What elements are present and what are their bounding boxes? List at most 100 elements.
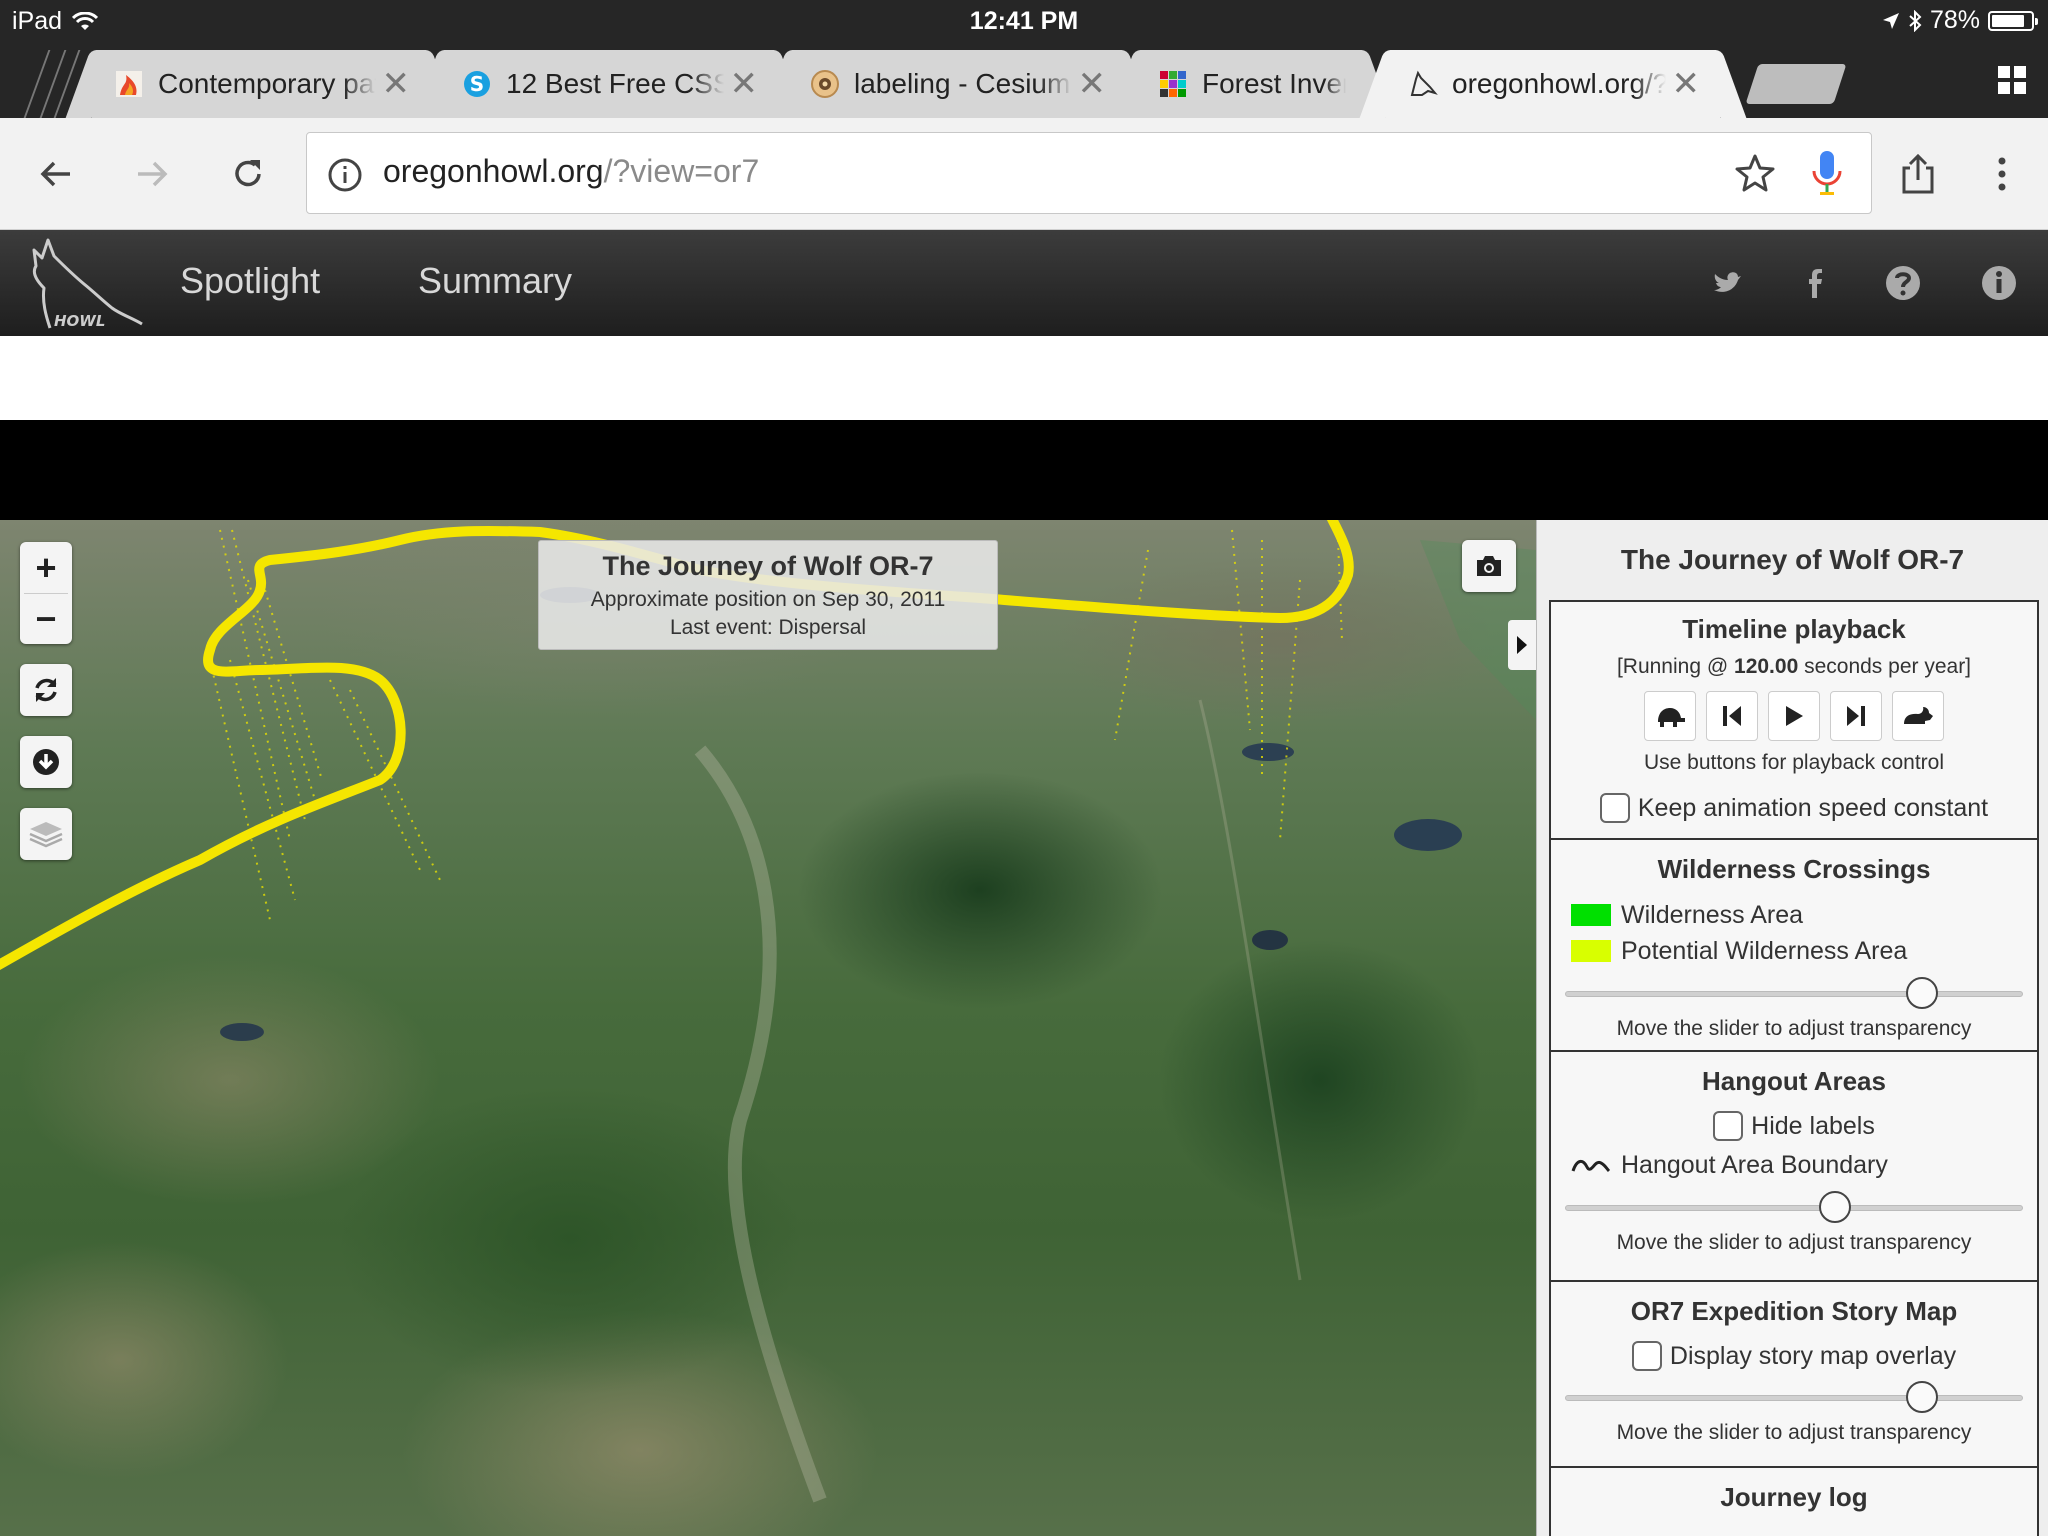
browser-toolbar: oregonhowl.org/?view=or7 — [0, 118, 2048, 230]
map-position-text: Approximate position on Sep 30, 2011 — [590, 588, 946, 611]
legend-potential-wilderness-area: Potential Wilderness Area — [1551, 933, 2037, 969]
info-circle-icon[interactable] — [327, 157, 363, 193]
zoom-in-button[interactable]: + — [20, 542, 72, 593]
turtle-icon — [1658, 708, 1685, 727]
info-icon[interactable] — [1980, 264, 2018, 302]
screenshot-button[interactable] — [1462, 540, 1516, 592]
share-icon — [1902, 154, 1934, 194]
running-suffix: seconds per year] — [1804, 655, 1972, 678]
running-speed-text: [Running @ 120.00 seconds per year] — [1551, 655, 2037, 679]
browser-tab[interactable]: Contemporary pat ✕ — [92, 50, 430, 118]
story-map-overlay-row[interactable]: Display story map overlay — [1551, 1341, 2037, 1371]
transparency-hint: Move the slider to adjust transparency — [1616, 1231, 1972, 1254]
legend-hangout-boundary: Hangout Area Boundary — [1551, 1147, 2037, 1183]
nav-summary-link[interactable]: Summary — [418, 260, 572, 302]
map-info-box: The Journey of Wolf OR-7 Approximate pos… — [538, 540, 998, 650]
step-back-button[interactable] — [1706, 691, 1758, 741]
white-spacer — [0, 336, 2048, 420]
tab-title: 12 Best Free CSS — [506, 68, 724, 99]
browser-tab[interactable]: Forest Invento — [1136, 50, 1366, 118]
keep-speed-label: Keep animation speed constant — [1637, 793, 1989, 822]
tab-title: labeling - Cesium j — [854, 68, 1072, 99]
playback-buttons — [1551, 691, 2037, 741]
back-button[interactable] — [30, 148, 82, 200]
playback-hint: Use buttons for playback control — [1644, 751, 1944, 774]
nav-spotlight-link[interactable]: Spotlight — [180, 260, 320, 302]
step-forward-button[interactable] — [1830, 691, 1882, 741]
bookmark-star-icon[interactable] — [1735, 153, 1775, 193]
status-time: 12:41 PM — [969, 7, 1079, 35]
zoom-control: + − — [20, 542, 72, 644]
faster-button[interactable] — [1892, 691, 1944, 741]
logo-text: HOWL — [54, 312, 105, 330]
hide-labels-row[interactable]: Hide labels — [1551, 1111, 2037, 1141]
menu-button[interactable] — [1976, 148, 2028, 200]
tab-switcher-icon[interactable] — [1996, 64, 2028, 96]
story-map-overlay-label: Display story map overlay — [1669, 1341, 1957, 1370]
wilderness-swatch — [1571, 904, 1611, 926]
status-right: 78% — [1882, 6, 2038, 35]
tab-close-icon[interactable]: ✕ — [730, 67, 759, 101]
keep-speed-checkbox[interactable] — [1599, 793, 1630, 823]
browser-tab[interactable]: labeling - Cesium j ✕ — [788, 50, 1126, 118]
address-bar[interactable]: oregonhowl.org/?view=or7 — [306, 132, 1872, 214]
download-button[interactable] — [20, 736, 72, 788]
timeline-playback-section: Timeline playback [Running @ 120.00 seco… — [1549, 600, 2039, 840]
forward-button[interactable] — [126, 148, 178, 200]
story-map-section: OR7 Expedition Story Map Display story m… — [1549, 1280, 2039, 1468]
play-button[interactable] — [1768, 691, 1820, 741]
zoom-out-button[interactable]: − — [20, 593, 72, 644]
browser-tab[interactable]: S 12 Best Free CSS ✕ — [440, 50, 778, 118]
new-tab-button[interactable] — [1745, 64, 1847, 104]
facebook-icon[interactable] — [1796, 264, 1834, 302]
map-title: The Journey of Wolf OR-7 — [602, 551, 934, 581]
hangout-transparency-slider[interactable] — [1565, 1189, 2023, 1225]
tab-title: Contemporary pat — [158, 68, 376, 99]
cesium-favicon-icon — [811, 70, 839, 98]
slider-thumb[interactable] — [1906, 977, 1939, 1009]
hangout-areas-section: Hangout Areas Hide labels Hangout Area B… — [1549, 1050, 2039, 1282]
tab-close-icon[interactable]: ✕ — [382, 67, 411, 101]
download-circle-icon — [33, 749, 59, 775]
tab-close-icon[interactable]: ✕ — [1078, 67, 1107, 101]
microphone-icon[interactable] — [1809, 149, 1845, 199]
hide-labels-label: Hide labels — [1751, 1111, 1875, 1140]
reload-button[interactable] — [222, 148, 274, 200]
location-arrow-icon — [1882, 12, 1899, 29]
journey-log-section: Journey log — [1549, 1466, 2039, 1536]
cesium-map-viewer[interactable]: + − The Journey of Wolf OR-7 Approximate… — [0, 520, 1536, 1536]
panel-toggle-button[interactable] — [1508, 620, 1536, 670]
rabbit-icon — [1904, 707, 1933, 724]
slider-thumb[interactable] — [1819, 1191, 1852, 1223]
wilderness-transparency-slider[interactable] — [1565, 975, 2023, 1011]
browser-tab-active[interactable]: oregonhowl.org/? ✕ — [1386, 50, 1720, 118]
layers-button[interactable] — [20, 808, 72, 860]
slider-track — [1565, 991, 2023, 997]
legend-label: Potential Wilderness Area — [1621, 936, 1908, 965]
slider-thumb[interactable] — [1906, 1381, 1939, 1413]
journey-side-panel: The Journey of Wolf OR-7 Timeline playba… — [1536, 520, 2048, 1536]
forward-arrow-icon — [138, 161, 168, 187]
running-value: 120.00 — [1734, 655, 1799, 678]
tab-close-icon[interactable]: ✕ — [1672, 67, 1701, 101]
url-text[interactable]: oregonhowl.org/?view=or7 — [383, 153, 759, 190]
story-map-overlay-checkbox[interactable] — [1631, 1341, 1662, 1371]
storymap-transparency-slider[interactable] — [1565, 1379, 2023, 1415]
transparency-hint: Move the slider to adjust transparency — [1616, 1017, 1972, 1040]
hide-labels-checkbox[interactable] — [1713, 1111, 1744, 1141]
skip-forward-icon — [1847, 706, 1865, 726]
camera-icon — [1477, 556, 1501, 576]
slower-button[interactable] — [1644, 691, 1696, 741]
battery-percent: 78% — [1929, 6, 1980, 34]
slider-track — [1565, 1395, 2023, 1401]
reset-view-button[interactable] — [20, 664, 72, 716]
layers-icon — [29, 822, 63, 848]
share-button[interactable] — [1892, 148, 1944, 200]
caret-right-icon — [1517, 636, 1527, 654]
help-circle-icon[interactable] — [1884, 264, 1922, 302]
twitter-icon[interactable] — [1708, 264, 1746, 302]
keep-speed-row[interactable]: Keep animation speed constant — [1551, 793, 2037, 823]
legend-label: Wilderness Area — [1621, 900, 1804, 929]
howl-wolf-logo[interactable]: HOWL — [28, 236, 146, 332]
wolf-route — [0, 520, 1354, 971]
